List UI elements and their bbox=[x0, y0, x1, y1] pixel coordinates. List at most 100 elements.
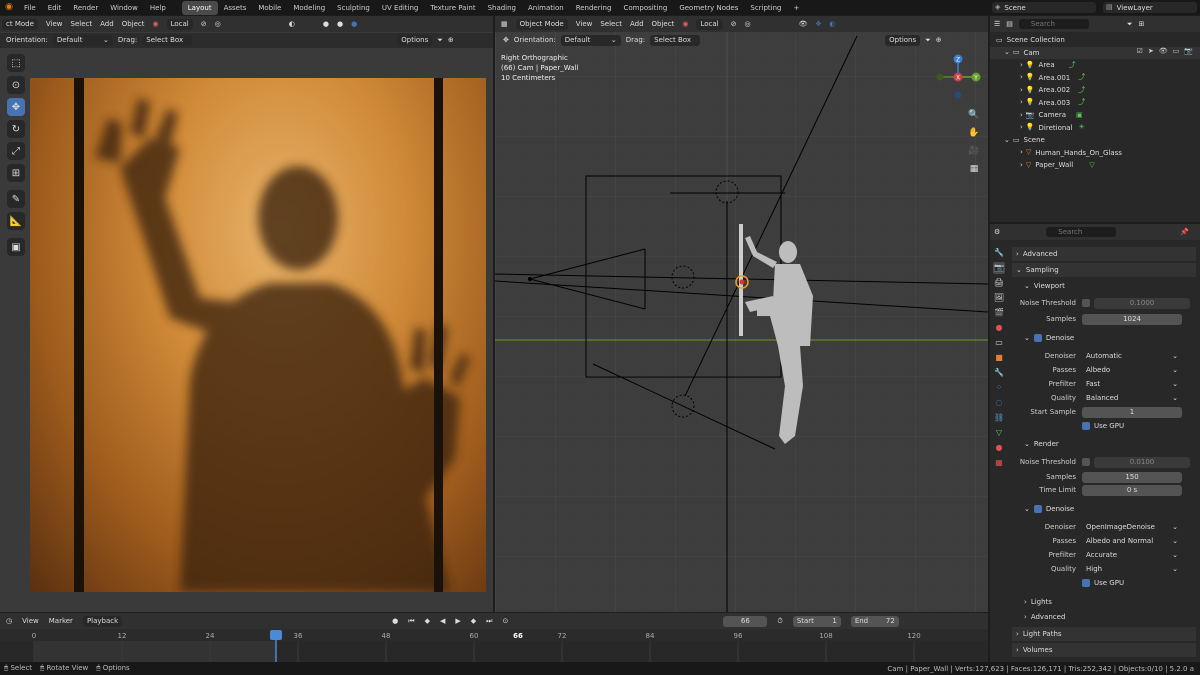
tab-assets[interactable]: Assets bbox=[218, 1, 253, 15]
denoise-checkbox[interactable] bbox=[1033, 505, 1042, 513]
record-icon[interactable]: ● bbox=[392, 617, 398, 625]
left-shading-solid-icon[interactable]: ● bbox=[323, 20, 329, 28]
prefilter-dropdown[interactable]: Accurate ⌄ bbox=[1082, 549, 1182, 561]
left-options-button[interactable]: Options bbox=[397, 35, 433, 46]
cursor-tool-icon[interactable]: ⊙ bbox=[7, 76, 25, 94]
material-tab-icon[interactable]: ● bbox=[993, 442, 1005, 454]
noise-threshold-field[interactable]: 0.1000 bbox=[1094, 297, 1190, 309]
tab-rendering[interactable]: Rendering bbox=[570, 1, 618, 15]
left-overlay-icon[interactable]: ◐ bbox=[289, 20, 295, 28]
timeline-menu-marker[interactable]: Marker bbox=[49, 617, 73, 625]
right-drag-dropdown[interactable]: Select Box bbox=[650, 35, 701, 46]
render-tab-icon[interactable]: 📷 bbox=[993, 262, 1005, 274]
viewport-denoise-header[interactable]: ⌄ Denoise bbox=[1020, 331, 1196, 345]
measure-tool-icon[interactable]: 📐 bbox=[7, 212, 25, 230]
menu-edit[interactable]: Edit bbox=[42, 1, 68, 15]
viewport-subpanel-header[interactable]: ⌄ Viewport bbox=[1020, 279, 1196, 293]
texture-tab-icon[interactable]: ▦ bbox=[993, 457, 1005, 469]
outliner-item[interactable]: › 💡 Area.001 ⤴ bbox=[990, 72, 1200, 85]
right-gizmo-toggle-icon[interactable]: ✥ bbox=[815, 20, 821, 28]
left-shading-rendered-icon[interactable]: ● bbox=[351, 20, 357, 28]
left-menu-object[interactable]: Object bbox=[122, 20, 145, 28]
outliner-item[interactable]: › 💡 Area.002 ⤴ bbox=[990, 84, 1200, 97]
tab-geometry-nodes[interactable]: Geometry Nodes bbox=[673, 1, 744, 15]
tab-mobile[interactable]: Mobile bbox=[252, 1, 287, 15]
quality-dropdown[interactable]: Balanced ⌄ bbox=[1082, 392, 1182, 404]
menu-file[interactable]: File bbox=[18, 1, 42, 15]
right-proportional-icon[interactable]: ◎ bbox=[744, 20, 750, 28]
tab-layout[interactable]: Layout bbox=[181, 0, 218, 15]
tool-tab-icon[interactable]: 🔧 bbox=[993, 247, 1005, 259]
scene-selector[interactable]: ◈ Scene bbox=[992, 2, 1096, 13]
outliner-item[interactable]: › ▽ Paper_Wall ▽ bbox=[990, 159, 1200, 172]
object-tab-icon[interactable]: ■ bbox=[993, 352, 1005, 364]
lights-subpanel-header[interactable]: › Lights bbox=[1020, 595, 1196, 609]
outliner-item[interactable]: › 📷 Camera ▣ bbox=[990, 109, 1200, 122]
pin-icon[interactable]: 📌 bbox=[1180, 228, 1189, 236]
data-tab-icon[interactable]: ▽ bbox=[993, 427, 1005, 439]
scene-collection-row[interactable]: ▭ Scene Collection bbox=[990, 34, 1200, 47]
gizmo-icon[interactable]: ⊕ bbox=[448, 37, 454, 44]
outliner-item[interactable]: › ▽ Human_Hands_On_Glass bbox=[990, 147, 1200, 160]
new-collection-icon[interactable]: ⊞ bbox=[1139, 20, 1145, 28]
passes-dropdown[interactable]: Albedo ⌄ bbox=[1082, 364, 1182, 376]
right-options-button[interactable]: Options bbox=[885, 35, 921, 46]
world-tab-icon[interactable]: ● bbox=[993, 322, 1005, 334]
menu-window[interactable]: Window bbox=[104, 1, 144, 15]
left-proportional-icon[interactable]: ◎ bbox=[215, 20, 221, 28]
right-viewport[interactable]: ▦ Object Mode View Select Add Object ◉ L… bbox=[495, 16, 988, 612]
left-mode-dropdown[interactable]: ct Mode bbox=[2, 18, 38, 30]
outliner-item[interactable]: › 💡 Area.003 ⤴ bbox=[990, 97, 1200, 110]
output-tab-icon[interactable]: 🖨 bbox=[993, 277, 1005, 289]
timeline-menu-view[interactable]: View bbox=[22, 617, 39, 625]
use-gpu-checkbox[interactable] bbox=[1082, 422, 1090, 430]
left-orientation-dropdown[interactable]: Default ⌄ bbox=[52, 35, 113, 46]
left-viewport[interactable]: ct Mode View Select Add Object ◉ Local ⊘… bbox=[0, 16, 493, 612]
clock-icon[interactable]: ⏱ bbox=[777, 617, 782, 625]
right-menu-object[interactable]: Object bbox=[652, 20, 675, 28]
current-frame-field[interactable]: 66 bbox=[723, 615, 768, 627]
timeline-ruler[interactable]: 0122436486072849610812013214415616818019… bbox=[0, 629, 988, 662]
view-layer-tab-icon[interactable]: 🖼 bbox=[993, 292, 1005, 304]
outliner-item[interactable]: › 💡 Area ⤴ bbox=[990, 59, 1200, 72]
eye-icon[interactable]: 👁 bbox=[1159, 47, 1168, 60]
menu-help[interactable]: Help bbox=[144, 1, 172, 15]
volumes-panel-header[interactable]: › Volumes bbox=[1012, 643, 1196, 657]
prev-keyframe-icon[interactable]: ◆ bbox=[425, 617, 430, 625]
right-overlay-toggle-icon[interactable]: ◐ bbox=[829, 20, 835, 28]
pan-hand-icon[interactable]: ✋ bbox=[967, 124, 981, 142]
noise-threshold-checkbox[interactable] bbox=[1082, 299, 1090, 307]
scene-tab-icon[interactable]: 🎬 bbox=[993, 307, 1005, 319]
left-snap-icon[interactable]: ⊘ bbox=[201, 20, 207, 28]
left-menu-view[interactable]: View bbox=[46, 20, 63, 28]
right-mode-dropdown[interactable]: Object Mode bbox=[515, 18, 568, 30]
camera-view-icon[interactable]: 🎥 bbox=[967, 142, 981, 160]
move-tool-icon[interactable]: ✥ bbox=[7, 98, 25, 116]
jump-start-icon[interactable]: ⏮ bbox=[408, 617, 414, 625]
modifier-tab-icon[interactable]: 🔧 bbox=[993, 367, 1005, 379]
physics-tab-icon[interactable]: ◌ bbox=[993, 397, 1005, 409]
start-sample-field[interactable]: 1 bbox=[1082, 406, 1182, 418]
navigation-gizmo[interactable]: Z Y X bbox=[934, 53, 982, 101]
ortho-grid-icon[interactable]: ▦ bbox=[967, 160, 981, 178]
render-camera-icon[interactable]: 📷 bbox=[1184, 47, 1193, 60]
right-visibility-icon[interactable]: 👁 bbox=[799, 20, 808, 28]
right-menu-add[interactable]: Add bbox=[630, 20, 644, 28]
playback-dropdown[interactable]: Playback bbox=[82, 615, 123, 627]
timeline-editor-icon[interactable]: ◷ bbox=[6, 617, 12, 625]
left-menu-select[interactable]: Select bbox=[71, 20, 93, 28]
properties-search-input[interactable]: Search bbox=[1046, 227, 1117, 237]
noise-threshold-checkbox[interactable] bbox=[1082, 458, 1090, 466]
outliner-item[interactable]: › 💡 Diretional ☀ bbox=[990, 122, 1200, 135]
right-orientation-dropdown[interactable]: Default ⌄ bbox=[560, 35, 621, 46]
gizmo-icon[interactable]: ⊕ bbox=[936, 37, 942, 44]
outliner-search-input[interactable]: Search bbox=[1018, 19, 1089, 29]
select-arrow-icon[interactable]: ➤ bbox=[1148, 47, 1154, 60]
denoiser-dropdown[interactable]: OpenImageDenoise ⌄ bbox=[1082, 521, 1182, 533]
advanced-subpanel-header[interactable]: › Advanced bbox=[1020, 610, 1196, 624]
right-transform-dropdown[interactable]: Local bbox=[696, 18, 723, 30]
quality-dropdown[interactable]: High ⌄ bbox=[1082, 563, 1182, 575]
advanced-panel-header[interactable]: › Advanced bbox=[1012, 247, 1196, 261]
outliner-filter-icon[interactable]: ⏷ bbox=[1127, 20, 1133, 28]
end-frame-field[interactable]: End 72 bbox=[850, 615, 899, 627]
